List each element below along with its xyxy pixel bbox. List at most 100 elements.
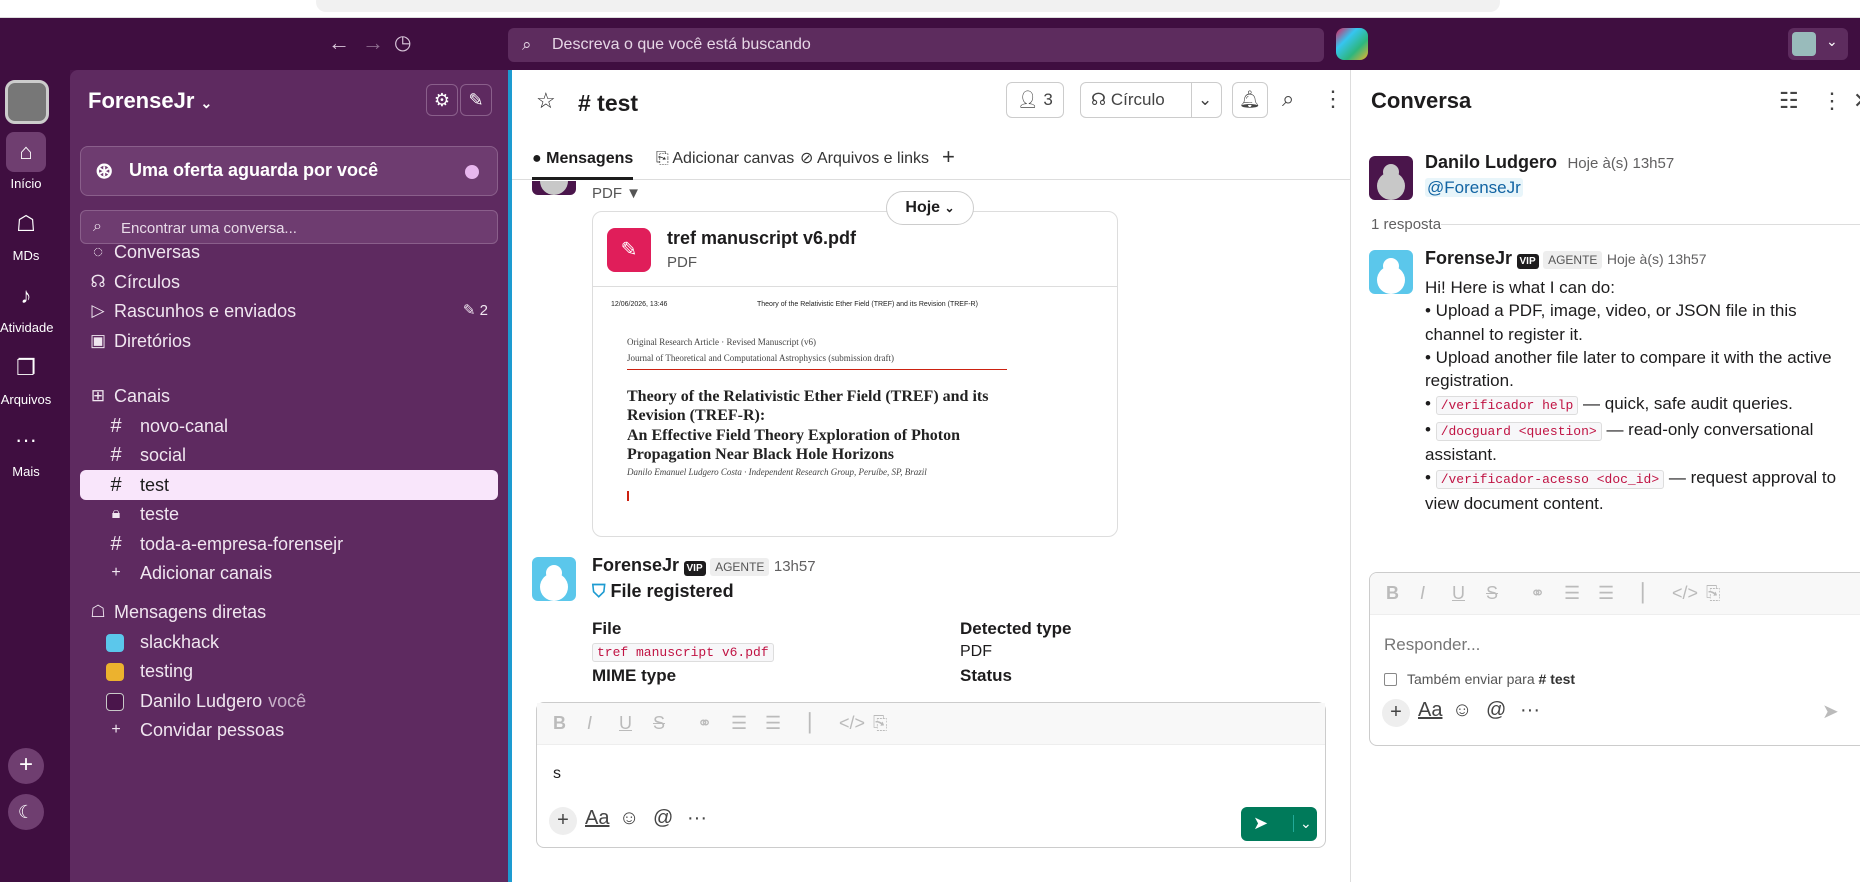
more-icon[interactable]: ··· <box>687 807 707 830</box>
channel-item[interactable]: # novo-canal <box>80 411 498 441</box>
emoji-icon[interactable]: ☺ <box>1452 699 1472 722</box>
chevron-down-icon[interactable]: ⌄ <box>1293 815 1312 832</box>
browser-url-bar[interactable] <box>316 0 1500 12</box>
workspace-icon[interactable] <box>5 80 49 124</box>
sidebar-item-circulos[interactable]: ☊ Círculos <box>80 267 498 297</box>
arrow-left-icon[interactable]: ← <box>328 30 350 56</box>
more-vertical-icon[interactable]: ⋮ <box>1821 88 1843 114</box>
file-attachment[interactable]: ✎ tref manuscript v6.pdf PDF 12/06/2026,… <box>592 211 1118 537</box>
prev-file-type[interactable]: PDF ▼ <box>592 185 641 202</box>
tab-adicionar-canvas[interactable]: ⎘ Adicionar canvas <box>656 146 794 180</box>
channel-item[interactable]: # social <box>80 440 498 470</box>
close-icon[interactable]: ✕ <box>1853 88 1860 114</box>
underline-icon[interactable]: U <box>1452 583 1465 604</box>
code-icon[interactable]: </> <box>1672 583 1698 604</box>
search-icon[interactable]: ⌕ <box>1282 86 1294 112</box>
channel-item-active[interactable]: # test <box>80 470 498 500</box>
add-channels-button[interactable]: + Adicionar canais <box>80 558 498 588</box>
code-icon[interactable]: </> <box>839 713 865 734</box>
file-name[interactable]: tref manuscript v6.pdf <box>667 228 856 249</box>
send-button[interactable]: ➤ ⌄ <box>1241 807 1317 841</box>
add-tab-button[interactable]: + <box>942 146 955 180</box>
search-input[interactable]: ⌕ Descreva o que você está buscando <box>508 28 1324 62</box>
bullet-list-icon[interactable]: ☰ <box>1598 583 1614 604</box>
code-block-icon[interactable]: ⎘ <box>873 713 887 734</box>
strikethrough-icon[interactable]: S <box>1486 583 1498 604</box>
tab-arquivos[interactable]: ⊘ Arquivos e links <box>800 146 929 180</box>
channel-item[interactable]: 🔒︎ teste <box>80 499 498 529</box>
star-icon[interactable]: ☆ <box>536 88 556 114</box>
compose-icon[interactable]: ✎ <box>460 84 492 116</box>
code-block-icon[interactable]: ⎘ <box>1706 583 1720 604</box>
dm-item[interactable]: testing <box>80 656 498 686</box>
chevron-down-icon[interactable]: ⌄ <box>1192 82 1222 118</box>
reply-input[interactable]: Responder... <box>1384 635 1480 655</box>
sidebar-item-conversas[interactable]: ◌ Conversas <box>80 237 498 267</box>
plus-icon[interactable]: + <box>549 807 577 835</box>
members-button[interactable]: 👤︎ 3 <box>1006 82 1064 118</box>
author-name[interactable]: ForenseJr <box>1425 248 1512 268</box>
format-toggle-icon[interactable]: Aa <box>585 807 609 830</box>
bold-icon[interactable]: B <box>553 713 566 734</box>
workspace-name[interactable]: ForenseJr ⌄ <box>88 88 212 114</box>
composer-input[interactable]: s <box>553 765 561 783</box>
message-time[interactable]: Hoje à(s) 13h57 <box>1607 251 1707 267</box>
profile-menu[interactable]: ⌄ <box>1788 28 1848 60</box>
italic-icon[interactable]: I <box>587 713 592 734</box>
also-send-checkbox[interactable]: Também enviar para # test <box>1384 671 1575 687</box>
bold-icon[interactable]: B <box>1386 583 1399 604</box>
strikethrough-icon[interactable]: S <box>653 713 665 734</box>
rail-item-more[interactable]: ··· Mais <box>0 420 52 479</box>
tab-mensagens[interactable]: ● Mensagens <box>532 146 634 180</box>
bullet-list-icon[interactable]: ☰ <box>765 713 781 734</box>
plus-icon[interactable]: + <box>1382 699 1410 727</box>
thread-settings-icon[interactable]: ☷ <box>1779 88 1799 114</box>
message-time[interactable]: Hoje à(s) 13h57 <box>1567 155 1674 172</box>
more-vertical-icon[interactable]: ⋮ <box>1322 86 1344 112</box>
channels-section-header[interactable]: ⊞ Canais <box>80 381 498 411</box>
bell-icon[interactable]: 🔔︎ <box>1232 82 1268 118</box>
arrow-right-icon[interactable]: → <box>362 30 384 56</box>
rail-item-activity[interactable]: ♪ Atividade <box>0 276 53 335</box>
send-icon[interactable]: ➤ <box>1822 699 1839 724</box>
moon-icon[interactable]: ☾ <box>8 794 44 830</box>
offer-banner[interactable]: ⊛ Uma oferta aguarda por você <box>80 146 498 196</box>
checkbox[interactable] <box>1384 673 1397 686</box>
underline-icon[interactable]: U <box>619 713 632 734</box>
author-name[interactable]: ForenseJr <box>592 555 679 575</box>
channel-title[interactable]: # test <box>578 90 638 117</box>
emoji-icon[interactable]: ☺ <box>619 807 639 830</box>
message-time[interactable]: 13h57 <box>774 558 816 575</box>
quote-icon[interactable]: ▏ <box>1642 583 1656 604</box>
create-button[interactable]: + <box>8 748 44 784</box>
channel-item[interactable]: # toda-a-empresa-forensejr <box>80 529 498 559</box>
link-icon[interactable]: ⚭ <box>697 713 712 734</box>
mention-icon[interactable]: @ <box>653 807 673 830</box>
rail-item-files[interactable]: ❐ Arquivos <box>0 348 52 407</box>
mention-icon[interactable]: @ <box>1486 699 1506 722</box>
italic-icon[interactable]: I <box>1420 583 1425 604</box>
app-icon[interactable] <box>1336 28 1368 60</box>
quote-icon[interactable]: ▏ <box>809 713 823 734</box>
huddle-button[interactable]: ☊ Círculo <box>1080 82 1192 118</box>
mention[interactable]: @ForenseJr <box>1425 178 1523 197</box>
invite-people-button[interactable]: + Convidar pessoas <box>80 715 498 745</box>
sidebar-item-diretorios[interactable]: ▣ Diretórios <box>80 326 498 356</box>
format-toggle-icon[interactable]: Aa <box>1418 699 1442 722</box>
rail-item-home[interactable]: ⌂ Início <box>0 132 52 191</box>
date-divider[interactable]: Hoje ⌄ <box>886 191 974 225</box>
dm-item[interactable]: Danilo Ludgero você <box>80 686 498 716</box>
gear-icon[interactable]: ⚙ <box>426 84 458 116</box>
sidebar-item-rascunhos[interactable]: ▷ Rascunhos e enviados ✎ 2 <box>80 296 498 326</box>
dm-section-header[interactable]: ☖ Mensagens diretas <box>80 597 498 627</box>
clock-icon[interactable]: ◷ <box>394 30 411 55</box>
composer-tools: + Aa ☺ @ ··· ➤ <box>1382 695 1860 731</box>
ordered-list-icon[interactable]: ☰ <box>731 713 747 734</box>
dm-item[interactable]: slackhack <box>80 627 498 657</box>
ordered-list-icon[interactable]: ☰ <box>1564 583 1580 604</box>
rail-item-dms[interactable]: ☖ MDs <box>0 204 52 263</box>
author-name[interactable]: Danilo Ludgero <box>1425 152 1557 172</box>
pdf-preview[interactable]: 12/06/2026, 13:46 Theory of the Relativi… <box>593 286 1117 536</box>
link-icon[interactable]: ⚭ <box>1530 583 1545 604</box>
more-icon[interactable]: ··· <box>1520 699 1540 722</box>
